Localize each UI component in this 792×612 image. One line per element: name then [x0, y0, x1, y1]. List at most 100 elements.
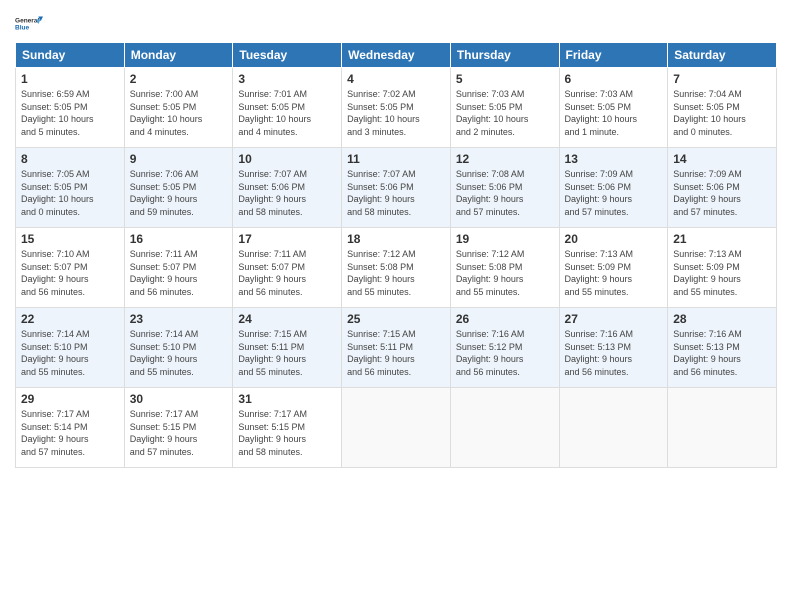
day-header-sunday: Sunday: [16, 43, 125, 68]
calendar-cell: 1 Sunrise: 6:59 AM Sunset: 5:05 PM Daylig…: [16, 68, 125, 148]
calendar-cell: 31Sunrise: 7:17 AM Sunset: 5:15 PM Dayli…: [233, 388, 342, 468]
day-number: 9: [130, 152, 228, 166]
day-info: Sunrise: 7:07 AM Sunset: 5:06 PM Dayligh…: [347, 168, 445, 218]
calendar-cell: 21 Sunrise: 7:13 AM Sunset: 5:09 PM Dayli…: [668, 228, 777, 308]
day-number: 14: [673, 152, 771, 166]
logo-icon: GeneralBlue: [15, 10, 43, 38]
day-info: Sunrise: 7:16 AM Sunset: 5:13 PM Dayligh…: [565, 328, 663, 378]
day-info: Sunrise: 7:11 AM Sunset: 5:07 PM Dayligh…: [130, 248, 228, 298]
calendar-cell: [342, 388, 451, 468]
day-info: Sunrise: 7:15 AM Sunset: 5:11 PM Dayligh…: [347, 328, 445, 378]
day-info: Sunrise: 7:17 AM Sunset: 5:14 PM Dayligh…: [21, 408, 119, 458]
calendar-week-row: 1 Sunrise: 6:59 AM Sunset: 5:05 PM Daylig…: [16, 68, 777, 148]
day-number: 13: [565, 152, 663, 166]
day-number: 19: [456, 232, 554, 246]
calendar-week-row: 22 Sunrise: 7:14 AM Sunset: 5:10 PM Dayli…: [16, 308, 777, 388]
calendar-cell: 18 Sunrise: 7:12 AM Sunset: 5:08 PM Dayli…: [342, 228, 451, 308]
day-info: Sunrise: 7:02 AM Sunset: 5:05 PM Dayligh…: [347, 88, 445, 138]
day-info: Sunrise: 7:09 AM Sunset: 5:06 PM Dayligh…: [565, 168, 663, 218]
calendar-cell: 6Sunrise: 7:03 AM Sunset: 5:05 PM Daylig…: [559, 68, 668, 148]
calendar-week-row: 29Sunrise: 7:17 AM Sunset: 5:14 PM Dayli…: [16, 388, 777, 468]
day-number: 17: [238, 232, 336, 246]
day-info: Sunrise: 7:16 AM Sunset: 5:12 PM Dayligh…: [456, 328, 554, 378]
day-info: Sunrise: 7:14 AM Sunset: 5:10 PM Dayligh…: [130, 328, 228, 378]
calendar-header-row: SundayMondayTuesdayWednesdayThursdayFrid…: [16, 43, 777, 68]
day-header-friday: Friday: [559, 43, 668, 68]
calendar-cell: 16 Sunrise: 7:11 AM Sunset: 5:07 PM Dayli…: [124, 228, 233, 308]
day-header-monday: Monday: [124, 43, 233, 68]
day-number: 18: [347, 232, 445, 246]
day-info: Sunrise: 7:07 AM Sunset: 5:06 PM Dayligh…: [238, 168, 336, 218]
day-info: Sunrise: 7:05 AM Sunset: 5:05 PM Dayligh…: [21, 168, 119, 218]
calendar-cell: 17Sunrise: 7:11 AM Sunset: 5:07 PM Dayli…: [233, 228, 342, 308]
day-info: Sunrise: 6:59 AM Sunset: 5:05 PM Dayligh…: [21, 88, 119, 138]
day-number: 24: [238, 312, 336, 326]
day-info: Sunrise: 7:16 AM Sunset: 5:13 PM Dayligh…: [673, 328, 771, 378]
calendar-cell: 4 Sunrise: 7:02 AM Sunset: 5:05 PM Daylig…: [342, 68, 451, 148]
day-number: 6: [565, 72, 663, 86]
day-info: Sunrise: 7:15 AM Sunset: 5:11 PM Dayligh…: [238, 328, 336, 378]
day-number: 30: [130, 392, 228, 406]
calendar-cell: 12 Sunrise: 7:08 AM Sunset: 5:06 PM Dayli…: [450, 148, 559, 228]
day-info: Sunrise: 7:01 AM Sunset: 5:05 PM Dayligh…: [238, 88, 336, 138]
day-number: 3: [238, 72, 336, 86]
calendar-cell: 9 Sunrise: 7:06 AM Sunset: 5:05 PM Daylig…: [124, 148, 233, 228]
day-number: 27: [565, 312, 663, 326]
day-number: 22: [21, 312, 119, 326]
day-info: Sunrise: 7:00 AM Sunset: 5:05 PM Dayligh…: [130, 88, 228, 138]
svg-text:Blue: Blue: [15, 25, 29, 32]
day-info: Sunrise: 7:06 AM Sunset: 5:05 PM Dayligh…: [130, 168, 228, 218]
day-info: Sunrise: 7:14 AM Sunset: 5:10 PM Dayligh…: [21, 328, 119, 378]
calendar-cell: 23 Sunrise: 7:14 AM Sunset: 5:10 PM Dayli…: [124, 308, 233, 388]
calendar-cell: [559, 388, 668, 468]
day-number: 23: [130, 312, 228, 326]
calendar-cell: [450, 388, 559, 468]
day-info: Sunrise: 7:13 AM Sunset: 5:09 PM Dayligh…: [673, 248, 771, 298]
day-header-wednesday: Wednesday: [342, 43, 451, 68]
day-number: 7: [673, 72, 771, 86]
day-info: Sunrise: 7:04 AM Sunset: 5:05 PM Dayligh…: [673, 88, 771, 138]
calendar-cell: [668, 388, 777, 468]
calendar-container: GeneralBlue SundayMondayTuesdayWednesday…: [0, 0, 792, 478]
day-number: 5: [456, 72, 554, 86]
day-header-tuesday: Tuesday: [233, 43, 342, 68]
day-number: 26: [456, 312, 554, 326]
day-number: 16: [130, 232, 228, 246]
day-header-thursday: Thursday: [450, 43, 559, 68]
day-number: 10: [238, 152, 336, 166]
calendar-cell: 11Sunrise: 7:07 AM Sunset: 5:06 PM Dayli…: [342, 148, 451, 228]
calendar-cell: 13 Sunrise: 7:09 AM Sunset: 5:06 PM Dayli…: [559, 148, 668, 228]
day-number: 20: [565, 232, 663, 246]
day-info: Sunrise: 7:17 AM Sunset: 5:15 PM Dayligh…: [130, 408, 228, 458]
logo: GeneralBlue: [15, 10, 43, 38]
calendar-cell: 2 Sunrise: 7:00 AM Sunset: 5:05 PM Daylig…: [124, 68, 233, 148]
day-number: 28: [673, 312, 771, 326]
calendar-cell: 8Sunrise: 7:05 AM Sunset: 5:05 PM Daylig…: [16, 148, 125, 228]
day-number: 12: [456, 152, 554, 166]
day-info: Sunrise: 7:03 AM Sunset: 5:05 PM Dayligh…: [456, 88, 554, 138]
calendar-cell: 28 Sunrise: 7:16 AM Sunset: 5:13 PM Dayli…: [668, 308, 777, 388]
calendar-cell: 26 Sunrise: 7:16 AM Sunset: 5:12 PM Dayli…: [450, 308, 559, 388]
day-number: 25: [347, 312, 445, 326]
calendar-cell: 7 Sunrise: 7:04 AM Sunset: 5:05 PM Daylig…: [668, 68, 777, 148]
calendar-week-row: 15 Sunrise: 7:10 AM Sunset: 5:07 PM Dayli…: [16, 228, 777, 308]
day-info: Sunrise: 7:09 AM Sunset: 5:06 PM Dayligh…: [673, 168, 771, 218]
calendar-cell: 27 Sunrise: 7:16 AM Sunset: 5:13 PM Dayli…: [559, 308, 668, 388]
calendar-cell: 24 Sunrise: 7:15 AM Sunset: 5:11 PM Dayli…: [233, 308, 342, 388]
day-number: 31: [238, 392, 336, 406]
calendar-cell: 5 Sunrise: 7:03 AM Sunset: 5:05 PM Daylig…: [450, 68, 559, 148]
calendar-cell: 29Sunrise: 7:17 AM Sunset: 5:14 PM Dayli…: [16, 388, 125, 468]
day-number: 4: [347, 72, 445, 86]
calendar-cell: 20Sunrise: 7:13 AM Sunset: 5:09 PM Dayli…: [559, 228, 668, 308]
day-number: 15: [21, 232, 119, 246]
day-number: 2: [130, 72, 228, 86]
day-info: Sunrise: 7:12 AM Sunset: 5:08 PM Dayligh…: [347, 248, 445, 298]
calendar-cell: 10 Sunrise: 7:07 AM Sunset: 5:06 PM Dayli…: [233, 148, 342, 228]
calendar-cell: 15 Sunrise: 7:10 AM Sunset: 5:07 PM Dayli…: [16, 228, 125, 308]
day-number: 1: [21, 72, 119, 86]
calendar-cell: 14 Sunrise: 7:09 AM Sunset: 5:06 PM Dayli…: [668, 148, 777, 228]
day-info: Sunrise: 7:10 AM Sunset: 5:07 PM Dayligh…: [21, 248, 119, 298]
day-number: 21: [673, 232, 771, 246]
day-info: Sunrise: 7:08 AM Sunset: 5:06 PM Dayligh…: [456, 168, 554, 218]
day-info: Sunrise: 7:12 AM Sunset: 5:08 PM Dayligh…: [456, 248, 554, 298]
